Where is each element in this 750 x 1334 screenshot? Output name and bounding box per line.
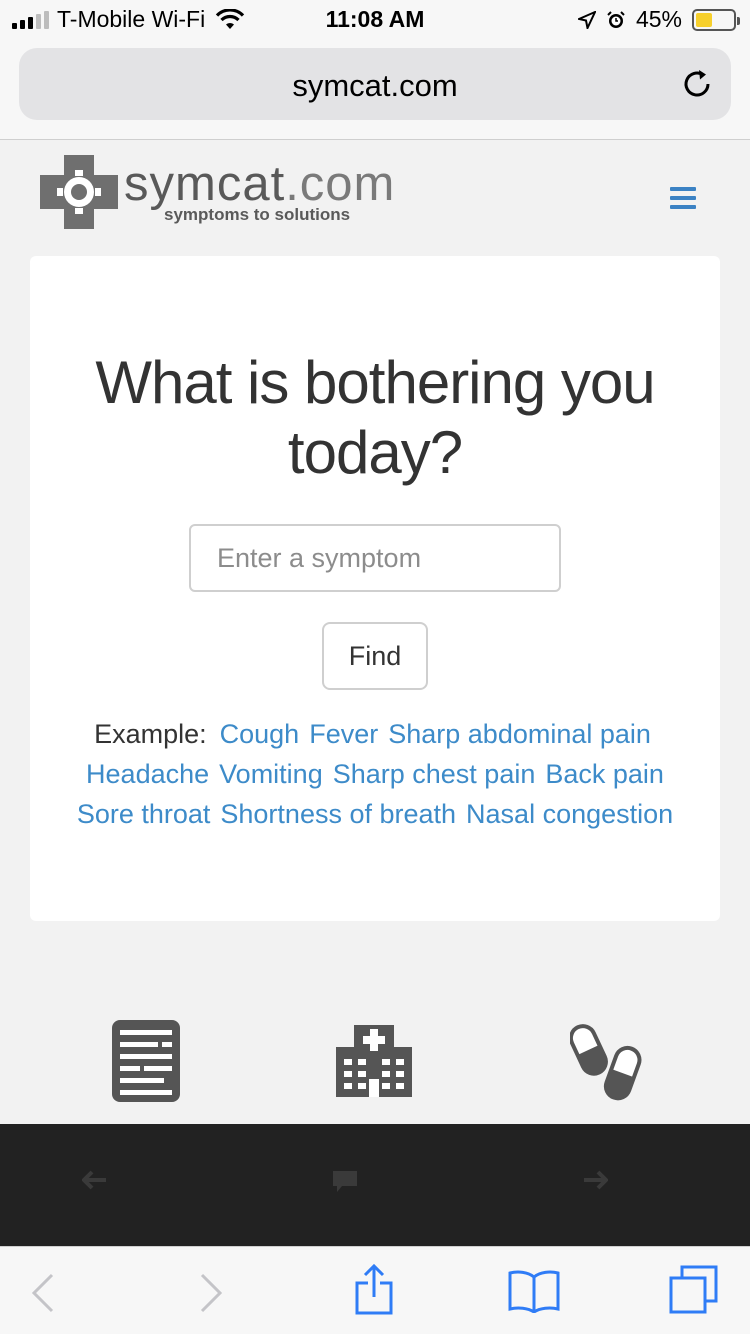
example-link[interactable]: Shortness of breath	[220, 799, 456, 829]
forward-icon[interactable]	[198, 1273, 224, 1313]
example-link[interactable]: Headache	[86, 759, 209, 789]
browser-toolbar	[0, 1246, 750, 1334]
search-card: What is bothering youtoday? Find Example…	[30, 256, 720, 921]
url-text[interactable]: symcat.com	[19, 68, 731, 104]
feature-icons	[0, 1015, 750, 1125]
find-button[interactable]: Find	[322, 622, 428, 690]
example-label: Example:	[94, 719, 207, 749]
battery-percent: 45%	[635, 6, 682, 32]
pills-icon[interactable]	[570, 1021, 642, 1103]
alarm-icon	[607, 10, 625, 28]
chat-icon[interactable]	[332, 1170, 358, 1194]
status-bar: T-Mobile Wi-Fi 11:08 AM 45%	[0, 0, 750, 40]
arrow-left-icon[interactable]	[82, 1170, 108, 1190]
page-headline: What is bothering you today?	[95, 349, 655, 486]
hamburger-menu-icon[interactable]	[670, 187, 696, 209]
bookmarks-icon[interactable]	[508, 1269, 560, 1313]
example-link[interactable]: Back pain	[545, 759, 664, 789]
arrow-right-icon[interactable]	[582, 1170, 608, 1190]
site-footer-bar	[0, 1124, 750, 1246]
logo-tagline: symptoms to solutions	[164, 205, 351, 224]
example-link[interactable]: Vomiting	[219, 759, 323, 789]
gear-cross-logo-icon	[40, 155, 118, 229]
site-header: symcat.com symptoms to solutions	[0, 141, 750, 253]
address-bar[interactable]: symcat.com	[19, 48, 731, 120]
back-icon[interactable]	[30, 1273, 56, 1313]
share-icon[interactable]	[354, 1263, 394, 1315]
example-link[interactable]: Sharp abdominal pain	[388, 719, 651, 749]
browser-chrome: symcat.com	[0, 40, 750, 140]
example-link[interactable]: Sharp chest pain	[333, 759, 536, 789]
example-link[interactable]: Nasal congestion	[466, 799, 673, 829]
reload-icon[interactable]	[679, 66, 715, 102]
tabs-icon[interactable]	[668, 1265, 720, 1315]
battery-icon	[692, 8, 740, 31]
location-icon	[577, 10, 596, 29]
example-symptoms: Example: Cough Fever Sharp abdominal pain H…	[60, 714, 690, 834]
document-icon[interactable]	[112, 1020, 180, 1102]
example-link[interactable]: Fever	[309, 719, 378, 749]
hospital-icon[interactable]	[336, 1025, 412, 1097]
site-logo[interactable]: symcat.com symptoms to solutions	[40, 155, 395, 229]
example-link[interactable]: Sore throat	[77, 799, 211, 829]
symptom-search-input[interactable]	[189, 524, 561, 592]
example-link[interactable]: Cough	[220, 719, 300, 749]
